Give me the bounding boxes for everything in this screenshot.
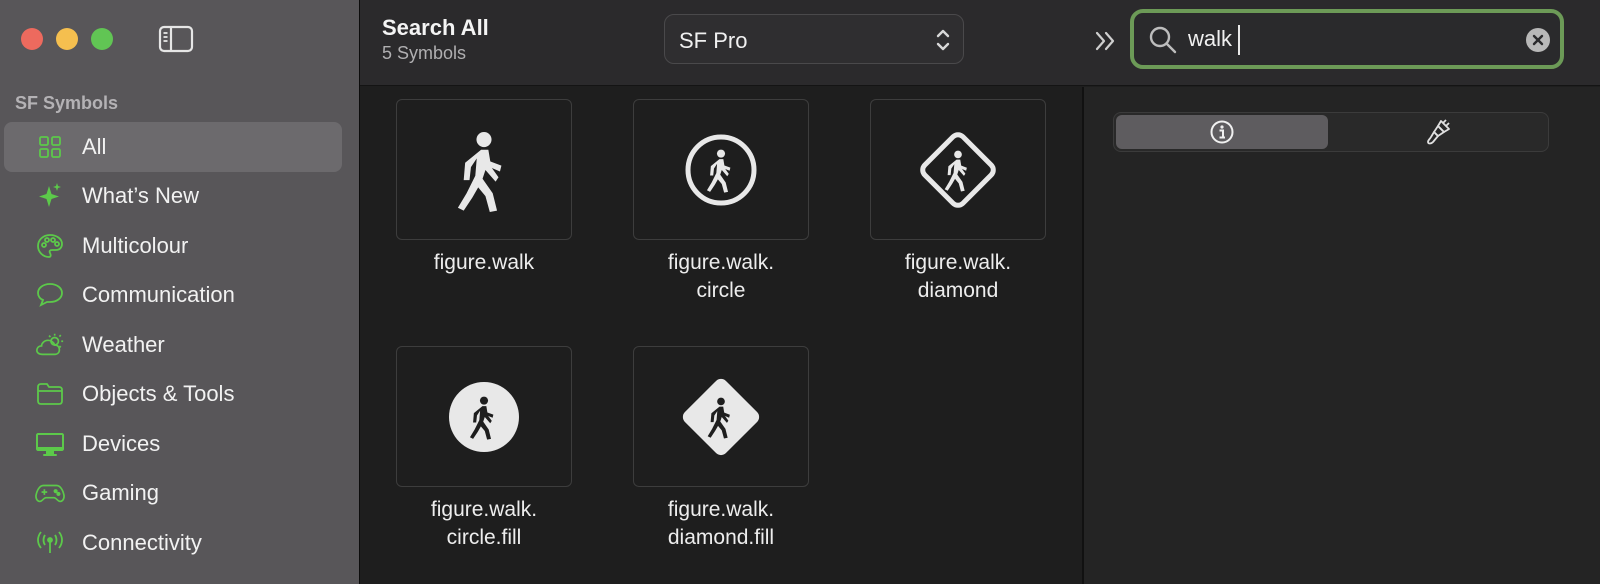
figure-walk-diamond-icon bbox=[920, 131, 996, 208]
symbol-name: figure.walk. diamond.fill bbox=[667, 498, 775, 549]
sidebar-list: All What’s New Multicolour Communication… bbox=[4, 122, 342, 568]
sidebar-item-label: Gaming bbox=[82, 480, 160, 506]
text-cursor bbox=[1238, 25, 1240, 55]
figure-walk-icon bbox=[457, 131, 502, 212]
symbol-tile-figure-walk[interactable] bbox=[396, 99, 572, 240]
info-circle-icon bbox=[1210, 120, 1234, 144]
display-icon bbox=[35, 429, 65, 459]
minimize-window-button[interactable] bbox=[56, 28, 78, 50]
sidebar-item-communication[interactable]: Communication bbox=[4, 271, 342, 321]
sidebar-item-label: Communication bbox=[82, 282, 235, 308]
symbol-name: figure.walk. circle.fill bbox=[430, 498, 538, 549]
sidebar-item-label: Objects & Tools bbox=[82, 381, 235, 407]
zoom-window-button[interactable] bbox=[91, 28, 113, 50]
font-selector[interactable]: SF Pro bbox=[664, 14, 964, 64]
search-input[interactable] bbox=[1188, 26, 1488, 52]
symbol-name: figure.walk bbox=[433, 251, 535, 274]
symbol-tile-figure-walk-diamond-fill[interactable] bbox=[633, 346, 809, 487]
sparkles-icon bbox=[35, 181, 65, 211]
figure-walk-circle-icon bbox=[685, 134, 757, 205]
sidebar-item-weather[interactable]: Weather bbox=[4, 320, 342, 370]
sidebar-item-label: Devices bbox=[82, 430, 161, 456]
sidebar-item-objects-tools[interactable]: Objects & Tools bbox=[4, 370, 342, 420]
sidebar-item-label: Weather bbox=[82, 331, 165, 357]
paintbrush-icon bbox=[1427, 119, 1450, 145]
sidebar-item-whats-new[interactable]: What’s New bbox=[4, 172, 342, 222]
symbol-grid: figure.walk figure.walk. circle figure.wa… bbox=[360, 87, 1082, 584]
font-selector-value: SF Pro bbox=[679, 28, 748, 53]
message-icon bbox=[35, 280, 65, 310]
sidebar-item-devices[interactable]: Devices bbox=[4, 419, 342, 469]
symbol-name: figure.walk. diamond bbox=[904, 251, 1012, 302]
inspector-segmented-control bbox=[1113, 112, 1549, 152]
sidebar-toggle-icon[interactable] bbox=[158, 25, 194, 53]
close-window-button[interactable] bbox=[21, 28, 43, 50]
inspector-panel bbox=[1084, 87, 1600, 584]
symbol-count: 5 Symbols bbox=[382, 43, 467, 63]
cloud-sun-icon bbox=[35, 330, 65, 360]
palette-icon bbox=[35, 231, 65, 261]
grid-icon bbox=[35, 132, 65, 162]
gamecontroller-icon bbox=[35, 478, 65, 508]
figure-walk-circle-fill-icon bbox=[449, 381, 519, 452]
sidebar-item-all[interactable]: All bbox=[4, 122, 342, 172]
tab-rendering[interactable] bbox=[1332, 115, 1546, 149]
antenna-icon bbox=[35, 528, 65, 558]
search-icon bbox=[1148, 25, 1178, 55]
sidebar-item-label: What’s New bbox=[82, 183, 199, 209]
chevron-double-right-icon[interactable] bbox=[1092, 28, 1120, 54]
sidebar-item-label: Multicolour bbox=[82, 232, 189, 258]
tab-info[interactable] bbox=[1116, 115, 1328, 149]
sidebar-item-gaming[interactable]: Gaming bbox=[4, 469, 342, 519]
figure-walk-diamond-fill-icon bbox=[682, 378, 760, 455]
symbol-tile-figure-walk-diamond[interactable] bbox=[870, 99, 1046, 240]
sidebar: SF Symbols All What’s New Multicolour Co… bbox=[0, 0, 359, 584]
symbol-tile-figure-walk-circle-fill[interactable] bbox=[396, 346, 572, 487]
chevron-up-down-icon bbox=[933, 27, 953, 53]
folder-icon bbox=[35, 379, 65, 409]
sidebar-item-multicolour[interactable]: Multicolour bbox=[4, 221, 342, 271]
clear-search-button[interactable] bbox=[1526, 28, 1550, 52]
sidebar-item-label: Connectivity bbox=[82, 529, 202, 555]
symbol-name: figure.walk. circle bbox=[667, 251, 775, 302]
sidebar-heading: SF Symbols bbox=[15, 93, 119, 113]
page-title: Search All bbox=[382, 15, 489, 40]
symbol-tile-figure-walk-circle[interactable] bbox=[633, 99, 809, 240]
search-field[interactable] bbox=[1130, 9, 1564, 69]
sidebar-item-connectivity[interactable]: Connectivity bbox=[4, 518, 342, 568]
sidebar-item-label: All bbox=[82, 133, 107, 159]
toolbar: Search All 5 Symbols SF Pro bbox=[360, 0, 1600, 86]
